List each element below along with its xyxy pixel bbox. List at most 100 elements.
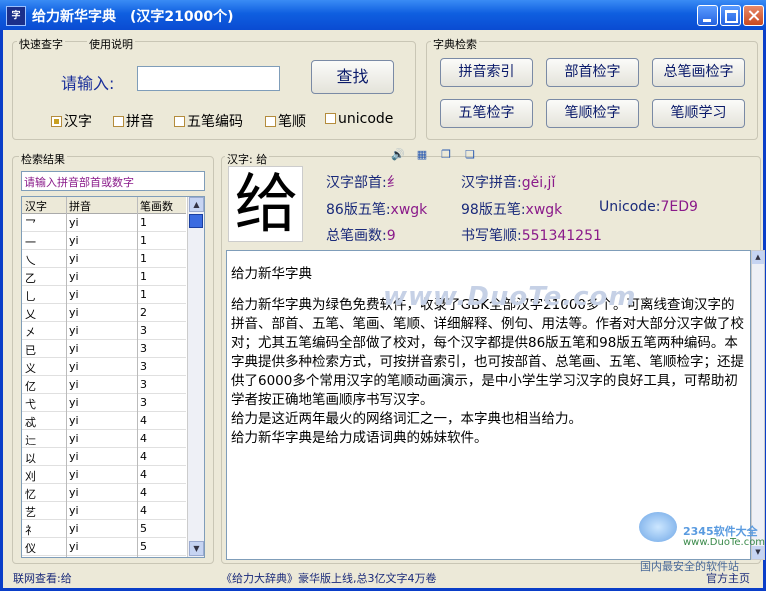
table-row[interactable]: 艺 yi 4 <box>22 502 186 520</box>
table-row[interactable]: 乙 yi 1 <box>22 268 186 286</box>
official-homepage-link[interactable]: 官方主页 <box>706 570 750 586</box>
results-filter-input[interactable]: 请输入拼音部首或数字 <box>21 171 205 191</box>
pinyin-index-button[interactable]: 拼音索引 <box>440 58 533 87</box>
speaker-icon[interactable]: 🔊 <box>391 148 405 161</box>
checkbox-icon <box>51 116 62 127</box>
cell-pinyin: yi <box>69 378 79 391</box>
app-icon: 字 <box>6 6 26 26</box>
cell-strokes: 1 <box>140 216 147 229</box>
find-button[interactable]: 查找 <box>311 60 394 94</box>
scroll-down-icon[interactable]: ▼ <box>189 541 204 556</box>
scroll-up-icon[interactable]: ▲ <box>189 197 204 212</box>
cell-hanzi: 礻 <box>25 524 36 537</box>
strokes-value: 9 <box>386 228 396 244</box>
table-row[interactable]: 乚 yi 1 <box>22 286 186 304</box>
radical-search-button[interactable]: 部首检字 <box>546 58 639 87</box>
column-header[interactable]: 汉字 <box>25 198 47 214</box>
cell-pinyin: yi <box>69 234 79 247</box>
row-divider <box>22 555 186 556</box>
status-online-lookup[interactable]: 联网查看:给 <box>13 570 72 586</box>
table-row[interactable]: 忒 yi 4 <box>22 412 186 430</box>
table-row[interactable]: 义 yi 3 <box>22 358 186 376</box>
mode-label: unicode <box>338 111 394 127</box>
description-paragraph: 给力是这近两年最火的网络词汇之一，本字典也相当给力。 <box>231 411 582 427</box>
cell-hanzi: 艺 <box>25 506 36 519</box>
mode-wubi[interactable]: 五笔编码 <box>174 111 243 131</box>
scroll-up-icon[interactable]: ▲ <box>752 251 764 264</box>
table-row[interactable]: 一 yi 1 <box>22 232 186 250</box>
input-prompt: 请输入: <box>61 74 115 93</box>
table-row[interactable]: 乛 yi 1 <box>22 214 186 232</box>
cell-hanzi: 乀 <box>25 254 36 267</box>
checkbox-icon <box>113 116 124 127</box>
copy-icon[interactable]: ❐ <box>439 148 453 161</box>
scroll-thumb[interactable] <box>189 214 203 228</box>
image-icon[interactable]: ▦ <box>415 148 429 161</box>
maximize-button[interactable] <box>720 5 741 26</box>
cell-hanzi: 已 <box>25 344 36 357</box>
cell-hanzi: 弋 <box>25 398 36 411</box>
table-row[interactable]: 刈 yi 4 <box>22 466 186 484</box>
big-character: 给 <box>234 168 299 242</box>
description-scrollbar[interactable]: ▲ ▼ <box>751 250 765 560</box>
detail-header: 汉字: 给 <box>225 151 270 167</box>
cell-strokes: 3 <box>140 324 147 337</box>
search-input[interactable] <box>137 66 280 91</box>
column-header[interactable]: 拼音 <box>69 198 91 214</box>
description-paragraph: 给力新华字典为绿色免费软件，收录了GBK全部汉字21000多个。可离线查询汉字的… <box>231 297 744 408</box>
mode-pinyin[interactable]: 拼音 <box>113 111 154 131</box>
cell-hanzi: 乙 <box>25 272 36 285</box>
radical-info: 汉字部首:纟 <box>326 172 401 192</box>
cell-hanzi: 乚 <box>25 290 36 303</box>
column-header[interactable]: 笔画数 <box>140 198 173 214</box>
order-label: 书写笔顺: <box>461 228 522 244</box>
cell-pinyin: yi <box>69 288 79 301</box>
close-button[interactable] <box>743 5 764 26</box>
tab-instructions[interactable]: 使用说明 <box>87 36 135 52</box>
cell-pinyin: yi <box>69 486 79 499</box>
mode-stroke-order[interactable]: 笔顺 <box>265 111 306 131</box>
paste-icon[interactable]: ❏ <box>463 148 477 161</box>
tab-quick-search[interactable]: 快速查字 <box>17 36 65 52</box>
cell-strokes: 1 <box>140 288 147 301</box>
table-row[interactable]: 亿 yi 3 <box>22 376 186 394</box>
wubi-search-button[interactable]: 五笔检字 <box>440 99 533 128</box>
checkbox-icon <box>265 116 276 127</box>
cell-pinyin: yi <box>69 540 79 553</box>
cell-strokes: 1 <box>140 252 147 265</box>
table-row[interactable]: 弋 yi 3 <box>22 394 186 412</box>
checkbox-icon <box>325 113 336 124</box>
table-row[interactable]: 已 yi 3 <box>22 340 186 358</box>
radical-value: 纟 <box>386 175 401 191</box>
character-display: 给 <box>228 166 303 242</box>
cell-strokes: 1 <box>140 270 147 283</box>
table-row[interactable]: 辷 yi 4 <box>22 430 186 448</box>
table-row[interactable]: 仪 yi 5 <box>22 538 186 556</box>
table-row[interactable]: 乂 yi 2 <box>22 304 186 322</box>
stroke-order-learn-button[interactable]: 笔顺学习 <box>652 99 745 128</box>
table-row[interactable]: 忆 yi 4 <box>22 484 186 502</box>
title-bar[interactable]: 字 给力新华字典 (汉字21000个) <box>0 0 766 30</box>
cell-pinyin: yi <box>69 342 79 355</box>
status-ad-link[interactable]: 《给力大辞典》豪华版上线,总3亿文字4万卷 <box>221 570 437 586</box>
cell-strokes: 4 <box>140 432 147 445</box>
mode-unicode[interactable]: unicode <box>325 111 393 127</box>
cell-pinyin: yi <box>69 468 79 481</box>
cell-strokes: 4 <box>140 486 147 499</box>
pinyin-info: 汉字拼音:gěi,jǐ <box>461 172 555 192</box>
cell-hanzi: 乛 <box>25 218 36 231</box>
table-row[interactable]: 以 yi 4 <box>22 448 186 466</box>
results-scrollbar[interactable]: ▲ ▼ <box>187 197 204 557</box>
cell-pinyin: yi <box>69 360 79 373</box>
radical-label: 汉字部首: <box>326 175 387 191</box>
cell-strokes: 2 <box>140 306 147 319</box>
cell-pinyin: yi <box>69 522 79 535</box>
mode-hanzi[interactable]: 汉字 <box>51 111 92 131</box>
table-row[interactable]: 㐅 yi 3 <box>22 322 186 340</box>
stroke-count-search-button[interactable]: 总笔画检字 <box>652 58 745 87</box>
minimize-button[interactable] <box>697 5 718 26</box>
unicode-info: Unicode:7ED9 <box>599 199 698 215</box>
table-row[interactable]: 乀 yi 1 <box>22 250 186 268</box>
table-row[interactable]: 礻 yi 5 <box>22 520 186 538</box>
stroke-order-search-button[interactable]: 笔顺检字 <box>546 99 639 128</box>
